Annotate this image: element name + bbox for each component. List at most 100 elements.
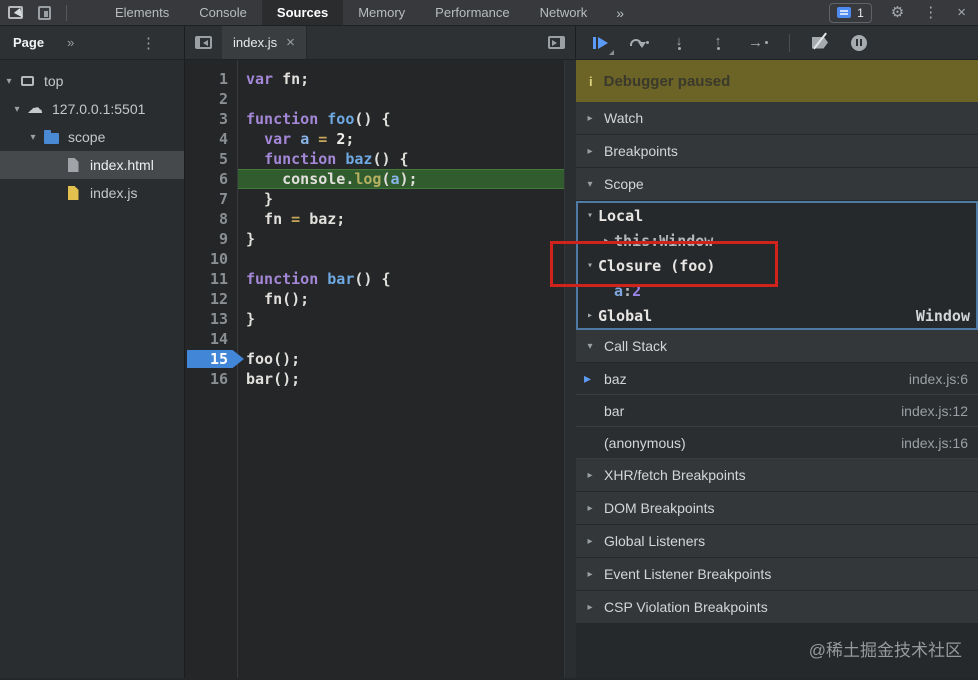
navigator-tab-page[interactable]: Page: [0, 35, 57, 50]
callstack-baz[interactable]: ▸ baz index.js:6: [576, 363, 978, 395]
more-panels-chevron[interactable]: »: [602, 5, 638, 21]
section-scope[interactable]: ▾ Scope: [576, 168, 978, 201]
scope-row-this[interactable]: ▸ this: Window: [578, 228, 976, 253]
callstack-bar[interactable]: bar index.js:12: [576, 395, 978, 427]
expander-icon[interactable]: ▾: [582, 210, 598, 221]
section-breakpoints[interactable]: ▸ Breakpoints: [576, 135, 978, 168]
close-devtools-icon[interactable]: ×: [957, 5, 966, 20]
tab-elements[interactable]: Elements: [100, 0, 184, 25]
gutter-line-number[interactable]: 8: [185, 209, 237, 229]
gutter-line-number[interactable]: 15: [185, 349, 244, 369]
code-text[interactable]: [237, 89, 564, 109]
gutter-line-number[interactable]: 3: [185, 109, 237, 129]
tab-network[interactable]: Network: [525, 0, 603, 25]
code-editor[interactable]: 1 var fn; 2 3 function foo() {4 var a = 2; 5 …: [185, 60, 576, 678]
tab-sources[interactable]: Sources: [261, 0, 344, 25]
show-debugger-panel-icon[interactable]: [548, 36, 565, 49]
gutter-line-number[interactable]: 7: [185, 189, 237, 209]
expander-icon[interactable]: ▾: [26, 132, 40, 143]
tree-item-index-js[interactable]: index.js: [0, 179, 184, 207]
expander-icon[interactable]: ▾: [2, 76, 16, 87]
editor-tab-indexjs[interactable]: index.js ×: [222, 26, 307, 59]
tree-item-index-html[interactable]: index.html: [0, 151, 184, 179]
gutter-line-number[interactable]: 11: [185, 269, 237, 289]
chevron-right-icon[interactable]: ▸: [584, 470, 596, 481]
expander-icon[interactable]: ▾: [582, 260, 598, 271]
code-text[interactable]: function foo() {: [237, 109, 564, 129]
callstack-anonymous[interactable]: (anonymous) index.js:16: [576, 427, 978, 459]
gutter-line-number[interactable]: 9: [185, 229, 237, 249]
code-text[interactable]: [237, 329, 564, 349]
chevron-right-icon[interactable]: ▸: [584, 113, 596, 124]
gutter-line-number[interactable]: 16: [185, 369, 237, 389]
menu-dots-icon[interactable]: ⋮: [923, 5, 938, 20]
settings-gear-icon[interactable]: ⚙: [891, 5, 904, 20]
code-text[interactable]: var fn;: [237, 69, 564, 89]
device-toolbar-icon[interactable]: [38, 5, 51, 20]
tab-memory[interactable]: Memory: [343, 0, 420, 25]
tab-performance[interactable]: Performance: [420, 0, 524, 25]
scope-row-closure-foo[interactable]: ▾ Closure (foo): [578, 253, 976, 278]
tree-item-127-0-0-1-5501[interactable]: ▾ ☁ 127.0.0.1:5501: [0, 95, 184, 123]
code-text[interactable]: function bar() {: [237, 269, 564, 289]
gutter-line-number[interactable]: 6: [185, 169, 237, 189]
chevron-right-icon[interactable]: ▸: [584, 146, 596, 157]
frame-name: (anonymous): [604, 434, 686, 451]
section-xhr-fetch-breakpoints[interactable]: ▸ XHR/fetch Breakpoints: [576, 459, 978, 492]
scope-row-global[interactable]: ▸ Global Window: [578, 303, 976, 328]
navigator-menu-dots-icon[interactable]: ⋮: [141, 34, 156, 52]
gutter-line-number[interactable]: 4: [185, 129, 237, 149]
gutter-line-number[interactable]: 1: [185, 69, 237, 89]
step-icon[interactable]: →: [748, 33, 768, 53]
deactivate-breakpoints-icon[interactable]: [811, 32, 829, 53]
chevron-right-icon[interactable]: ▸: [584, 569, 596, 580]
resume-script-icon[interactable]: [591, 33, 614, 55]
inspect-element-icon[interactable]: [8, 6, 23, 19]
section-event-listener-breakpoints[interactable]: ▸ Event Listener Breakpoints: [576, 558, 978, 591]
code-text[interactable]: fn = baz;: [237, 209, 564, 229]
code-text[interactable]: [237, 249, 564, 269]
scope-row-local[interactable]: ▾ Local: [578, 203, 976, 228]
chevron-right-icon[interactable]: ▸: [584, 536, 596, 547]
gutter-line-number[interactable]: 14: [185, 329, 237, 349]
tree-item-scope[interactable]: ▾ scope: [0, 123, 184, 151]
gutter-line-number[interactable]: 2: [185, 89, 237, 109]
gutter-line-number[interactable]: 12: [185, 289, 237, 309]
issues-badge[interactable]: 1: [829, 2, 872, 23]
code-text[interactable]: function baz() {: [237, 149, 564, 169]
code-text[interactable]: foo();: [237, 349, 564, 369]
chevron-down-icon[interactable]: ▾: [584, 179, 596, 190]
section-call-stack[interactable]: ▾ Call Stack: [576, 330, 978, 363]
step-over-icon[interactable]: [630, 33, 649, 53]
step-out-icon[interactable]: ↑: [709, 33, 727, 53]
section-watch[interactable]: ▸ Watch: [576, 102, 978, 135]
code-text[interactable]: }: [237, 189, 564, 209]
scope-row-a[interactable]: a: 2: [578, 278, 976, 303]
code-text[interactable]: var a = 2;: [237, 129, 564, 149]
pause-on-exceptions-icon[interactable]: [850, 33, 868, 53]
tree-item-top[interactable]: ▾ top: [0, 67, 184, 95]
section-csp-violation-breakpoints[interactable]: ▸ CSP Violation Breakpoints: [576, 591, 978, 624]
chevron-down-icon[interactable]: ▾: [584, 341, 596, 352]
code-text[interactable]: bar();: [237, 369, 564, 389]
editor-scrollbar[interactable]: [564, 60, 576, 678]
tab-close-icon[interactable]: ×: [286, 34, 295, 51]
code-text[interactable]: }: [237, 309, 564, 329]
gutter-line-number[interactable]: 13: [185, 309, 237, 329]
step-into-icon[interactable]: ↓: [670, 33, 688, 53]
section-global-listeners[interactable]: ▸ Global Listeners: [576, 525, 978, 558]
code-text[interactable]: }: [237, 229, 564, 249]
expander-icon[interactable]: ▸: [598, 235, 614, 246]
gutter-line-number[interactable]: 5: [185, 149, 237, 169]
section-dom-breakpoints[interactable]: ▸ DOM Breakpoints: [576, 492, 978, 525]
expander-icon[interactable]: ▸: [582, 310, 598, 321]
gutter-line-number[interactable]: 10: [185, 249, 237, 269]
expander-icon[interactable]: ▾: [10, 104, 24, 115]
navigator-more-tabs[interactable]: »: [57, 35, 84, 50]
tab-console[interactable]: Console: [184, 0, 262, 25]
chevron-right-icon[interactable]: ▸: [584, 503, 596, 514]
hide-navigator-icon[interactable]: [195, 36, 212, 49]
code-text[interactable]: fn();: [237, 289, 564, 309]
code-text[interactable]: console.log(a);: [237, 169, 564, 189]
chevron-right-icon[interactable]: ▸: [584, 602, 596, 613]
